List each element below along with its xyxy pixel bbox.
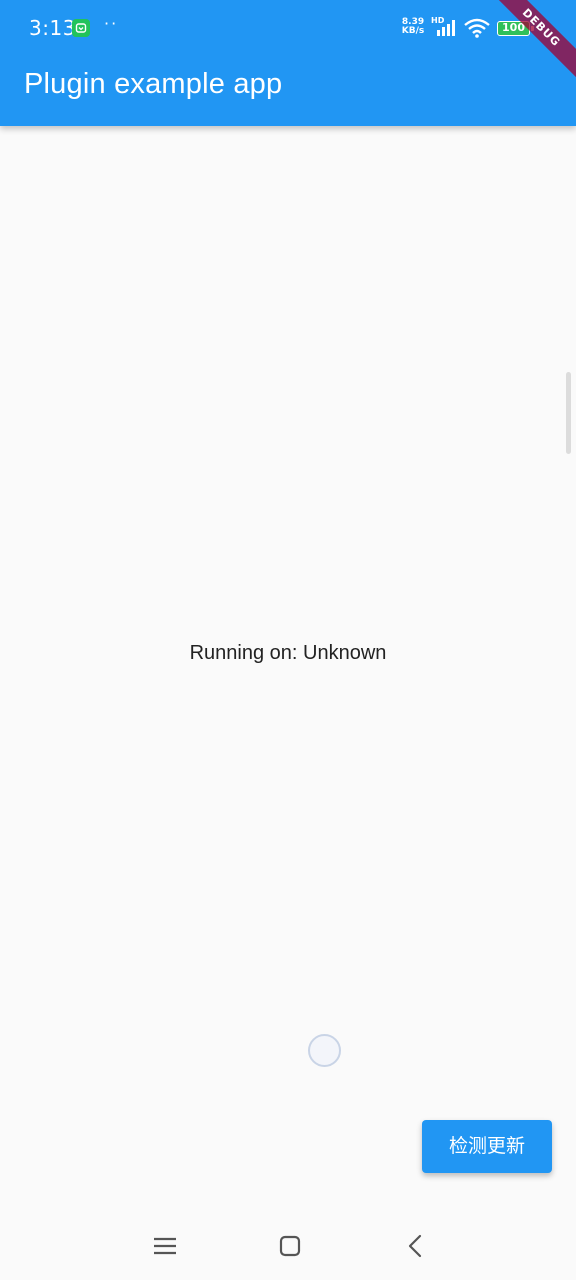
network-speed-unit: KB/s	[401, 26, 425, 36]
navigation-bar	[0, 1212, 576, 1280]
touch-indicator	[308, 1034, 341, 1067]
scroll-indicator	[566, 372, 571, 454]
menu-icon[interactable]	[148, 1232, 182, 1260]
screen: 3:13 ·· 8.39 KB/s HD 100 Plugin example …	[0, 0, 576, 1280]
back-icon[interactable]	[398, 1232, 432, 1260]
status-dots: ··	[104, 14, 119, 33]
wifi-icon	[464, 18, 490, 38]
app-title: Plugin example app	[24, 68, 283, 100]
home-icon[interactable]	[273, 1232, 307, 1260]
top-bar: 3:13 ·· 8.39 KB/s HD 100 Plugin example …	[0, 0, 576, 126]
status-bar: 3:13 ·· 8.39 KB/s HD 100	[0, 0, 576, 58]
app-bar: Plugin example app	[0, 58, 576, 126]
platform-version-text: Running on: Unknown	[189, 642, 387, 664]
status-time: 3:13	[29, 16, 76, 40]
notification-icon	[72, 19, 90, 37]
network-speed: 8.39 KB/s	[400, 18, 426, 36]
check-update-button[interactable]: 检测更新	[422, 1120, 552, 1173]
signal-icon	[437, 20, 455, 36]
